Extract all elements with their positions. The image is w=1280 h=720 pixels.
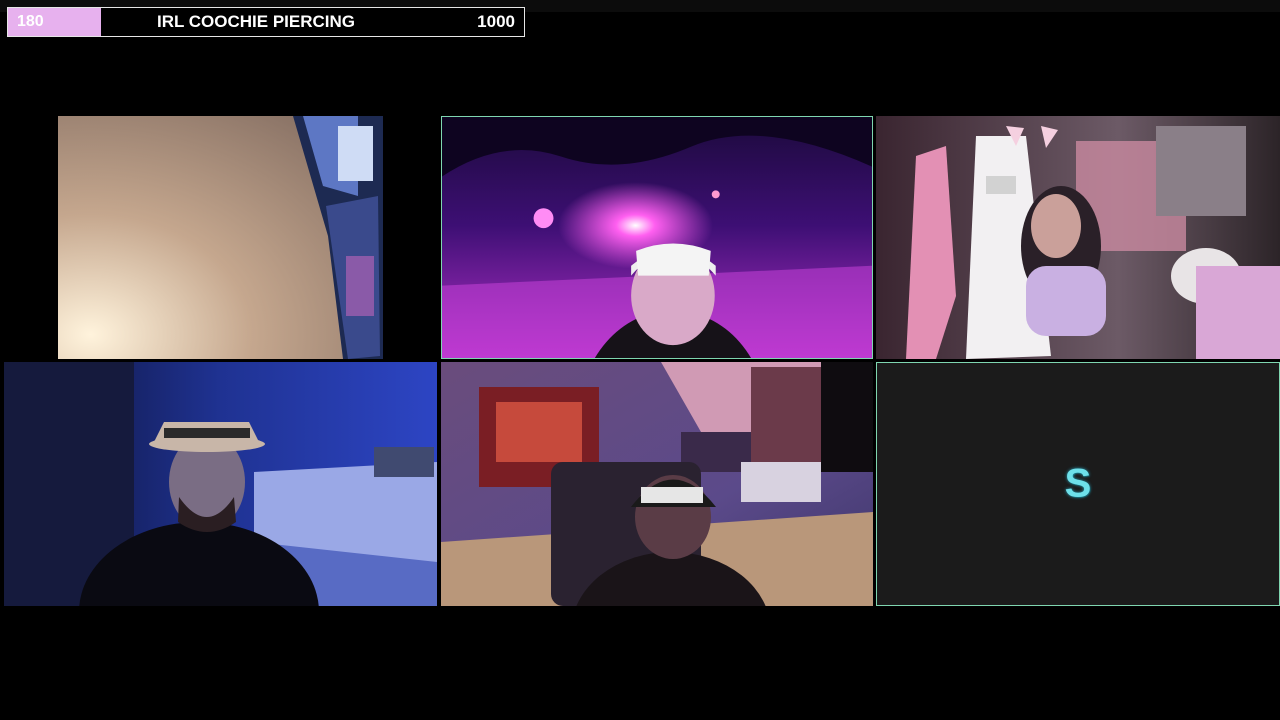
goal-title: IRL COOCHIE PIERCING [156,12,356,31]
video-feed [4,362,437,606]
video-feed [442,117,872,358]
video-tile-1[interactable] [58,116,383,359]
goal-bar: 180 IRL COOCHIE PIERCING 1000 [7,7,525,37]
video-tile-3[interactable] [876,116,1280,359]
video-tile-4[interactable] [4,362,437,606]
video-tile-6[interactable]: S [876,362,1280,606]
video-feed [441,362,873,606]
s-logo-icon: S [1064,461,1092,506]
video-tile-2[interactable] [441,116,873,359]
video-tile-5[interactable] [441,362,873,606]
video-feed [876,116,1280,359]
goal-target-amount: 1000 [477,12,515,31]
video-feed [58,116,383,359]
